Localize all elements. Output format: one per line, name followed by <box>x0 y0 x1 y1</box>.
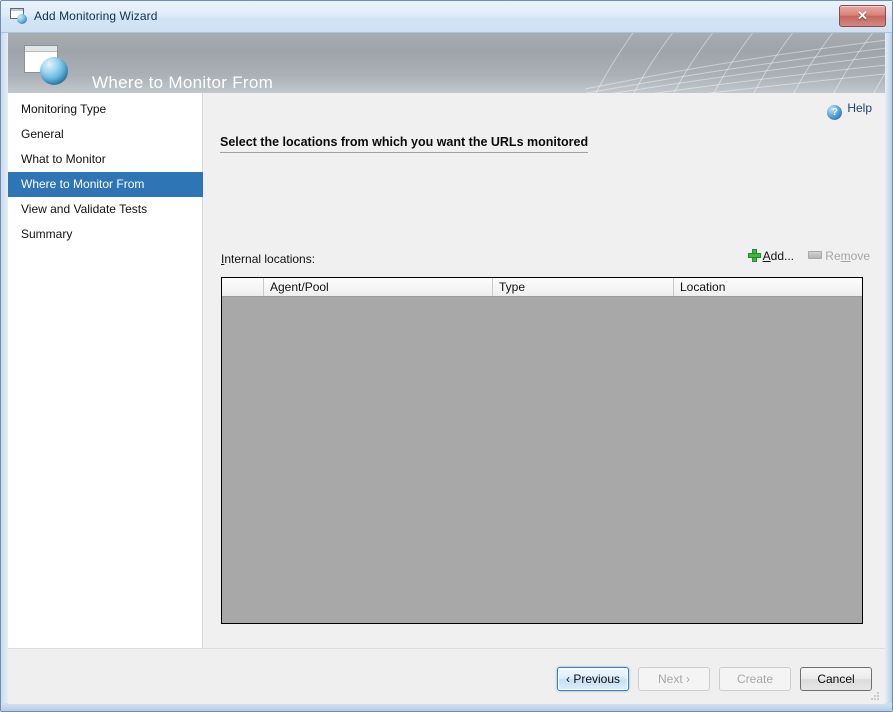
grid-column-location[interactable]: Location <box>674 278 862 296</box>
window-globe-icon <box>10 8 28 25</box>
remove-label: Remove <box>825 249 870 263</box>
page-title: Where to Monitor From <box>92 73 274 92</box>
banner-window-globe-icon <box>22 43 72 87</box>
help-link[interactable]: ? Help <box>827 101 872 120</box>
create-button: Create <box>719 667 791 691</box>
wizard-step-sidebar: Monitoring Type General What to Monitor … <box>8 93 203 648</box>
decorative-mesh-graphic <box>585 33 885 93</box>
frame-edge-bottom <box>1 703 892 711</box>
footer-bar: ‹ Previous Next › Create Cancel <box>8 648 885 704</box>
cancel-button[interactable]: Cancel <box>800 667 872 691</box>
sidebar-item-monitoring-type[interactable]: Monitoring Type <box>8 97 203 122</box>
content-pane: ? Help Select the locations from which yo… <box>203 93 885 648</box>
frame-edge-left <box>1 33 8 704</box>
grid-column-type[interactable]: Type <box>493 278 674 296</box>
grid-header-row: Agent/Pool Type Location <box>222 278 862 297</box>
add-label: Add... <box>762 249 794 263</box>
close-icon: ✕ <box>857 8 868 23</box>
wizard-window: Add Monitoring Wizard ✕ Where to Monitor… <box>0 0 893 712</box>
sidebar-item-summary[interactable]: Summary <box>8 222 203 247</box>
instruction-text: Select the locations from which you want… <box>220 135 589 153</box>
green-plus-icon <box>747 249 761 262</box>
add-location-button[interactable]: Add... <box>747 249 794 263</box>
wizard-banner: Where to Monitor From <box>8 33 885 93</box>
frame-edge-right <box>885 33 892 704</box>
next-button: Next › <box>638 667 710 691</box>
sidebar-item-what-to-monitor[interactable]: What to Monitor <box>8 147 203 172</box>
grid-column-agent-pool[interactable]: Agent/Pool <box>264 278 493 296</box>
sidebar-item-view-and-validate-tests[interactable]: View and Validate Tests <box>8 197 203 222</box>
grid-column-select[interactable] <box>222 278 264 296</box>
grid-body-empty[interactable] <box>222 297 862 623</box>
previous-button[interactable]: ‹ Previous <box>557 667 629 691</box>
help-label: Help <box>847 101 872 115</box>
window-title: Add Monitoring Wizard <box>34 9 158 23</box>
gray-minus-icon <box>808 251 823 259</box>
sidebar-item-where-to-monitor-from[interactable]: Where to Monitor From <box>8 172 203 197</box>
internal-locations-label: Internal locations: <box>221 252 316 266</box>
locations-grid[interactable]: Agent/Pool Type Location <box>221 277 863 624</box>
close-button[interactable]: ✕ <box>839 5 886 27</box>
title-bar: Add Monitoring Wizard ✕ <box>1 1 892 33</box>
remove-location-button: Remove <box>808 249 870 263</box>
question-mark-icon: ? <box>827 105 843 120</box>
sidebar-item-general[interactable]: General <box>8 122 203 147</box>
resize-grip-icon[interactable] <box>869 690 881 702</box>
